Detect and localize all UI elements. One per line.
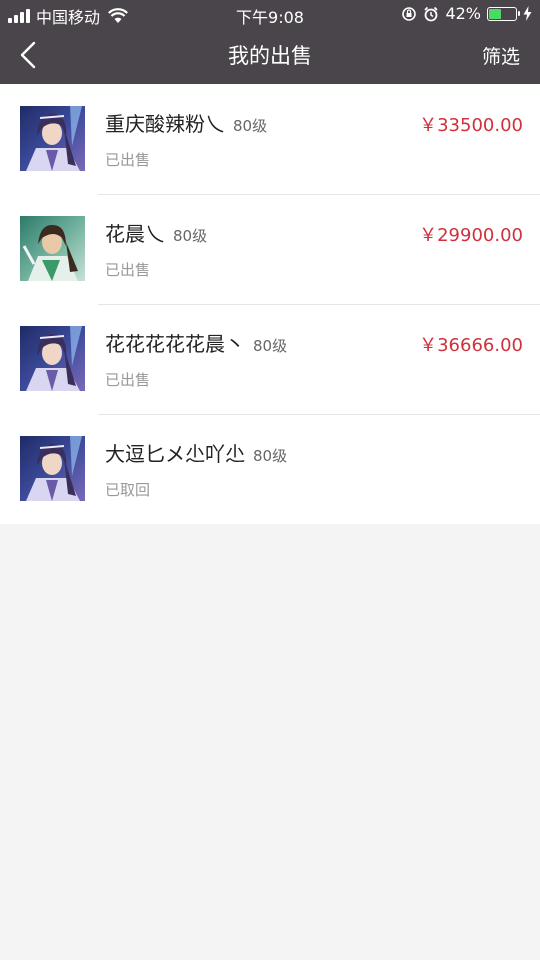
- sale-list: 重庆酸辣粉乀 80级 已出售 ￥33500.00 花晨乀 80级 已出售 ￥29900.00 花…: [0, 84, 540, 524]
- sale-status: 已出售: [105, 261, 151, 279]
- sale-status: 已取回: [105, 481, 151, 499]
- top-bar: 中国移动 下午9:08 42% 我的出售 筛选: [0, 0, 540, 84]
- name-row: 大逗匕メ尐吖尐 80级: [105, 438, 287, 467]
- character-level: 80级: [253, 337, 288, 355]
- sale-list-item[interactable]: 花花花花花晨丶 80级已出售 ￥36666.00: [0, 304, 540, 414]
- character-level: 80级: [173, 227, 208, 245]
- battery-percent: 42%: [445, 4, 481, 23]
- sale-status: 已出售: [105, 371, 151, 389]
- sale-price: ￥33500.00: [419, 115, 523, 136]
- character-level: 80级: [233, 117, 268, 135]
- name-row: 花晨乀 80级: [105, 218, 207, 247]
- purple-hair-warrior-avatar: [20, 106, 85, 171]
- status-bar: 中国移动 下午9:08 42%: [0, 0, 540, 28]
- battery-fill: [489, 8, 501, 19]
- sale-list-item[interactable]: 大逗匕メ尐吖尐 80级已取回: [0, 414, 540, 524]
- sale-list-item[interactable]: 花晨乀 80级已出售 ￥29900.00: [0, 194, 540, 304]
- sale-price: ￥36666.00: [419, 335, 523, 356]
- sale-status: 已出售: [105, 151, 151, 169]
- character-name: 重庆酸辣粉乀: [105, 112, 225, 136]
- green-robe-warrior-avatar: [20, 216, 85, 281]
- purple-hair-warrior-avatar: [20, 436, 85, 501]
- battery-icon: [487, 6, 520, 21]
- orientation-lock-icon: [402, 6, 417, 21]
- character-name: 花花花花花晨丶: [105, 332, 245, 356]
- name-row: 花花花花花晨丶 80级: [105, 328, 287, 357]
- sale-list-item[interactable]: 重庆酸辣粉乀 80级已出售 ￥33500.00: [0, 84, 540, 194]
- charging-icon: [523, 6, 532, 21]
- alarm-icon: [424, 6, 439, 21]
- character-name: 花晨乀: [105, 222, 165, 246]
- purple-hair-warrior-avatar: [20, 326, 85, 391]
- back-chevron-icon[interactable]: [14, 40, 44, 70]
- filter-button[interactable]: 筛选: [482, 42, 520, 69]
- sale-price: ￥29900.00: [419, 225, 523, 246]
- character-name: 大逗匕メ尐吖尐: [105, 442, 245, 466]
- name-row: 重庆酸辣粉乀 80级: [105, 108, 267, 137]
- page-title: 我的出售: [228, 44, 312, 68]
- character-level: 80级: [253, 447, 288, 465]
- navbar: 我的出售 筛选: [0, 28, 540, 84]
